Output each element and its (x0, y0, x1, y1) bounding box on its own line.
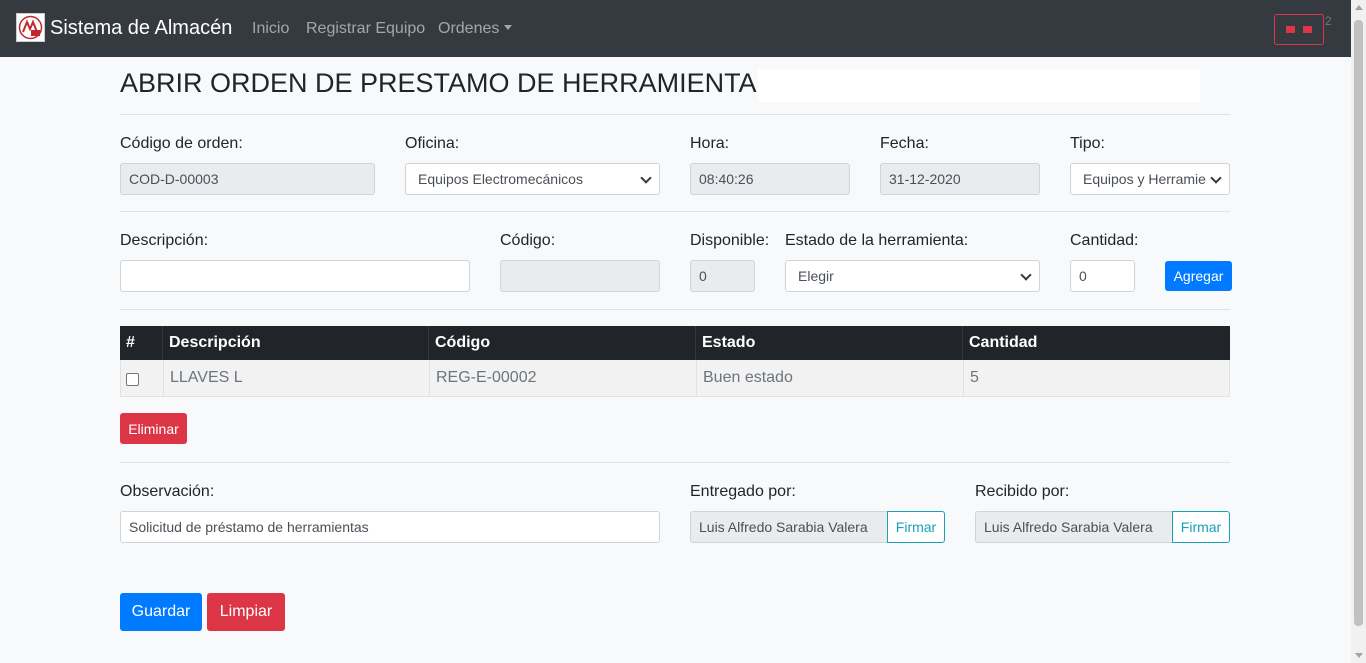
divider (120, 462, 1230, 463)
delivered-by-field[interactable]: Luis Alfredo Sarabia Valera (690, 511, 888, 543)
add-item-button[interactable]: Agregar (1165, 261, 1232, 291)
type-select[interactable]: Equipos y Herramie (1070, 163, 1230, 195)
toggler-block-icon (1286, 26, 1295, 33)
nav-link-registrar-equipo[interactable]: Registrar Equipo (306, 20, 425, 38)
office-select-value: Equipos Electromecánicos (418, 171, 583, 187)
date-label: Fecha: (880, 135, 929, 152)
caret-down-icon (504, 25, 513, 30)
nav-dropdown-ordenes[interactable]: Ordenes (438, 20, 513, 38)
order-code-label: Código de orden: (120, 135, 243, 152)
column-header-number: # (126, 334, 135, 351)
type-select-value: Equipos y Herramie (1083, 171, 1206, 187)
divider (120, 211, 1230, 212)
quantity-label: Cantidad: (1070, 232, 1139, 249)
column-header-state: Estado (695, 326, 962, 360)
quantity-input[interactable]: 0 (1070, 260, 1135, 292)
delete-button[interactable]: Eliminar (120, 413, 187, 444)
save-button[interactable]: Guardar (120, 593, 202, 631)
delivered-by-label: Entregado por: (690, 483, 796, 500)
navbar: Sistema de Almacén Inicio Registrar Equi… (0, 0, 1351, 57)
tool-state-select[interactable]: Elegir (785, 260, 1040, 292)
scroll-down-arrow-icon[interactable] (1355, 653, 1363, 658)
cell-code: REG-E-00002 (429, 360, 696, 396)
brand-name[interactable]: Sistema de Almacén (50, 17, 232, 40)
logo-icon[interactable] (16, 13, 45, 42)
order-code-field[interactable]: COD-D-00003 (120, 163, 375, 195)
table-header: # Descripción Código Estado Cantidad (120, 326, 1230, 360)
office-label: Oficina: (405, 135, 460, 152)
sign-received-button[interactable]: Firmar (1172, 511, 1230, 543)
item-code-field[interactable] (500, 260, 660, 292)
nav-dropdown-ordenes-label: Ordenes (438, 20, 500, 37)
column-header-quantity: Cantidad (962, 326, 1230, 360)
page-scrollbar[interactable] (1351, 0, 1366, 663)
table-row: LLAVES L REG-E-00002 Buen estado 5 (120, 360, 1230, 397)
row-select-cell (121, 360, 163, 396)
row-checkbox[interactable] (126, 373, 139, 386)
description-label: Descripción: (120, 232, 209, 249)
scroll-up-arrow-icon[interactable] (1355, 5, 1363, 10)
available-field[interactable]: 0 (690, 260, 755, 292)
received-by-field[interactable]: Luis Alfredo Sarabia Valera (975, 511, 1173, 543)
chevron-down-icon (1020, 269, 1032, 281)
observation-input[interactable]: Solicitud de préstamo de herramientas (120, 511, 660, 543)
scrollbar-thumb[interactable] (1354, 20, 1363, 626)
page-title: ABRIR ORDEN DE PRESTAMO DE HERRAMIENTAS (120, 68, 775, 98)
divider (120, 309, 1230, 310)
cell-description: LLAVES L (163, 360, 429, 396)
toggler-block-icon (1303, 26, 1312, 33)
navbar-superscript: 2 (1325, 14, 1332, 28)
time-label: Hora: (690, 135, 730, 152)
description-input[interactable] (120, 260, 470, 292)
chevron-down-icon (640, 172, 652, 184)
received-by-label: Recibido por: (975, 483, 1070, 500)
title-blank-area (758, 69, 1200, 102)
observation-label: Observación: (120, 483, 215, 500)
divider (120, 114, 1230, 115)
date-field[interactable]: 31-12-2020 (880, 163, 1040, 195)
navbar-toggler-button[interactable] (1274, 14, 1324, 45)
item-code-label: Código: (500, 232, 556, 249)
type-label: Tipo: (1070, 135, 1105, 152)
nav-link-inicio[interactable]: Inicio (252, 20, 289, 38)
sign-delivered-button[interactable]: Firmar (887, 511, 945, 543)
column-header-code: Código (428, 326, 695, 360)
office-select[interactable]: Equipos Electromecánicos (405, 163, 660, 195)
tool-state-label: Estado de la herramienta: (785, 232, 969, 249)
column-header-description: Descripción (162, 326, 428, 360)
tool-state-select-value: Elegir (798, 268, 834, 284)
time-field[interactable]: 08:40:26 (690, 163, 850, 195)
clear-button[interactable]: Limpiar (207, 593, 285, 631)
available-label: Disponible: (690, 232, 770, 249)
cell-state: Buen estado (696, 360, 963, 396)
chevron-down-icon (1210, 172, 1222, 184)
cell-quantity: 5 (963, 360, 1229, 396)
